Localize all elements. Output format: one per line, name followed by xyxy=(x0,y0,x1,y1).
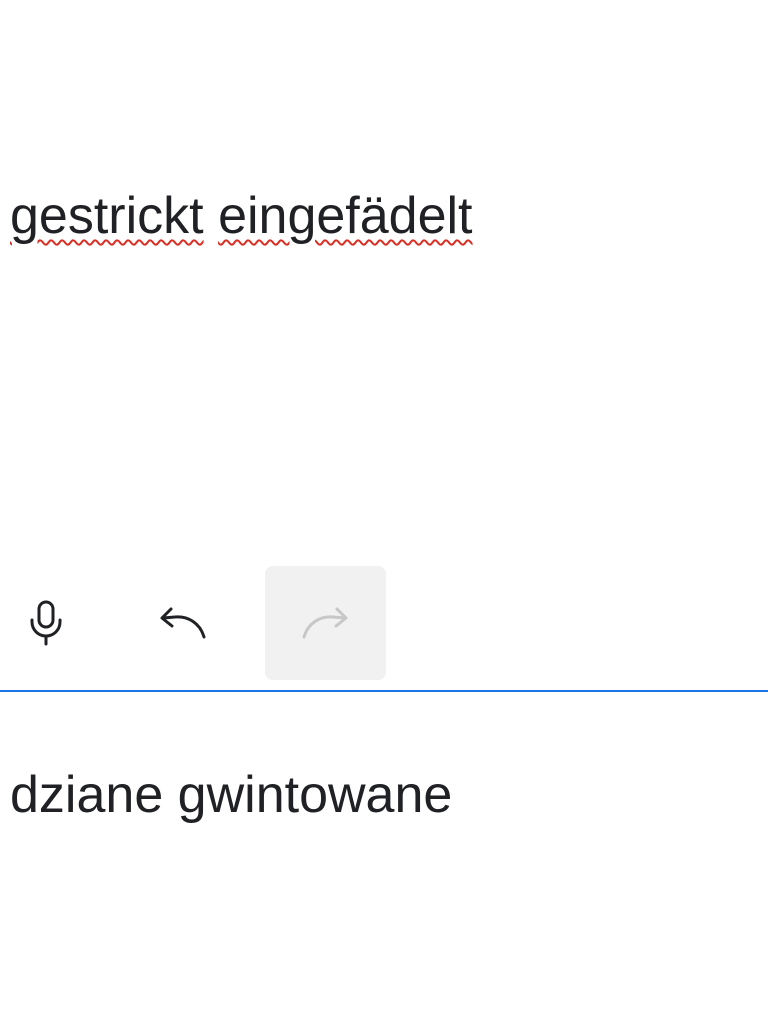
undo-icon xyxy=(154,603,210,643)
source-text-panel[interactable]: gestrickt eingefädelt xyxy=(0,0,768,692)
source-word-1: gestrickt xyxy=(10,187,204,245)
translation-panel: dziane gwintowane xyxy=(0,692,768,1024)
microphone-button[interactable] xyxy=(0,566,106,680)
redo-icon xyxy=(298,603,354,643)
source-text[interactable]: gestrickt eingefädelt xyxy=(10,183,473,249)
microphone-icon xyxy=(26,599,66,647)
undo-button[interactable] xyxy=(122,566,242,680)
translation-text: dziane gwintowane xyxy=(10,766,453,824)
source-word-2: eingefädelt xyxy=(218,187,473,245)
input-toolbar xyxy=(0,566,768,680)
redo-button[interactable] xyxy=(265,566,386,680)
